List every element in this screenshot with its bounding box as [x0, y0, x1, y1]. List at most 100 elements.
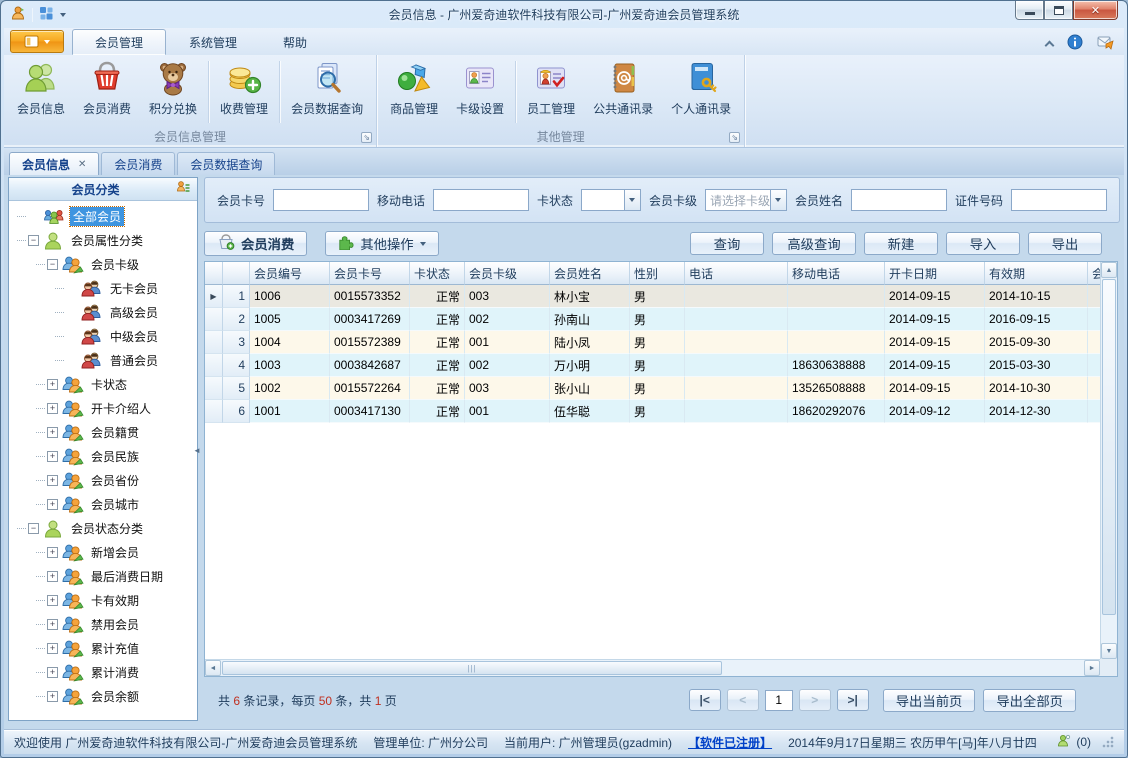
tree-expander-plus[interactable]: + [47, 642, 58, 654]
ribbon-tab-help[interactable]: 帮助 [260, 29, 330, 55]
tree-expander-plus[interactable]: + [47, 618, 58, 630]
tree-expander-plus[interactable]: + [47, 498, 58, 510]
doc-tab-member-data-query[interactable]: 会员数据查询 [177, 152, 276, 175]
column-header[interactable]: 开卡日期 [885, 262, 985, 285]
ribbon-button-personal-contacts[interactable]: 个人通讯录 [662, 57, 740, 127]
horizontal-scrollbar[interactable]: ◄ ||| ► [205, 659, 1100, 676]
column-header[interactable]: 性别 [630, 262, 685, 285]
tree-expander-plus[interactable]: + [47, 594, 58, 606]
tree-item[interactable]: + 卡状态 [9, 372, 197, 396]
tree-item[interactable]: + 最后消费日期 [9, 564, 197, 588]
tree-expander-plus[interactable]: + [47, 450, 58, 462]
column-header[interactable]: 会员姓名 [550, 262, 630, 285]
tree-item[interactable]: + 开卡介绍人 [9, 396, 197, 420]
tree-item[interactable]: 全部会员 [9, 204, 197, 228]
query-button[interactable]: 查询 [690, 232, 764, 255]
new-button[interactable]: 新建 [864, 232, 938, 255]
ribbon-button-staff-mgmt[interactable]: 员工管理 [518, 57, 584, 127]
advanced-query-button[interactable]: 高级查询 [772, 232, 856, 255]
dialog-launcher-icon[interactable]: ⇘ [361, 132, 373, 143]
scroll-left-icon[interactable]: ◄ [205, 660, 221, 676]
prev-page-button[interactable]: < [726, 689, 759, 711]
ribbon-button-fee-mgmt[interactable]: 收费管理 [211, 57, 277, 127]
sidebar-collapse-arrow[interactable]: ◄ [193, 446, 201, 455]
column-header[interactable]: 会员卡级 [465, 262, 550, 285]
column-header[interactable]: 会员编号 [250, 262, 330, 285]
tree-item[interactable]: − 会员属性分类 [9, 228, 197, 252]
column-header[interactable]: 会员卡号 [330, 262, 410, 285]
table-row[interactable]: 5 1002 0015572264 正常 003 张小山男 13526508888 2014-… [205, 377, 1100, 400]
scroll-down-icon[interactable]: ▼ [1101, 643, 1117, 659]
info-icon[interactable] [1067, 34, 1083, 53]
tree-item[interactable]: + 会员省份 [9, 468, 197, 492]
table-row[interactable]: 3 1004 0015572389 正常 001 陆小凤男 2014-09-15 2015-0… [205, 331, 1100, 354]
other-operations-button[interactable]: 其他操作 [325, 231, 439, 256]
tree-item[interactable]: 普通会员 [9, 348, 197, 372]
tree-item[interactable]: + 会员余额 [9, 684, 197, 708]
table-row[interactable]: 6 1001 0003417130 正常 001 伍华聪男 18620292076 2014-… [205, 400, 1100, 423]
tree-item[interactable]: + 会员城市 [9, 492, 197, 516]
export-current-page-button[interactable]: 导出当前页 [882, 688, 976, 712]
ribbon-tab-member-mgmt[interactable]: 会员管理 [72, 29, 167, 55]
ribbon-button-product-mgmt[interactable]: 商品管理 [381, 57, 447, 127]
member-consume-button[interactable]: 会员消费 [204, 231, 308, 256]
export-button[interactable]: 导出 [1028, 232, 1102, 255]
tree-expander-plus[interactable]: + [47, 666, 58, 678]
import-button[interactable]: 导入 [946, 232, 1020, 255]
tree-expander-plus[interactable]: + [47, 402, 58, 414]
tree-expander-minus[interactable]: − [28, 234, 39, 246]
tree-expander-plus[interactable]: + [47, 474, 58, 486]
tree-expander-plus[interactable]: + [47, 378, 58, 390]
column-header[interactable]: 有效期 [985, 262, 1088, 285]
column-header[interactable]: 移动电话 [788, 262, 885, 285]
app-menu-button[interactable] [10, 30, 64, 53]
tree-expander-plus[interactable]: + [47, 426, 58, 438]
vertical-scrollbar[interactable]: ▲ ▼ [1100, 262, 1117, 659]
first-page-button[interactable]: |< [688, 689, 721, 711]
ribbon-button-member-data-query[interactable]: 会员数据查询 [282, 57, 372, 127]
tree-item[interactable]: 中级会员 [9, 324, 197, 348]
export-all-pages-button[interactable]: 导出全部页 [983, 688, 1076, 712]
feedback-mail-icon[interactable] [1097, 34, 1114, 53]
maximize-button[interactable] [1044, 1, 1073, 20]
doc-tab-member-info[interactable]: 会员信息 ✕ [9, 152, 100, 175]
tree-item[interactable]: + 会员民族 [9, 444, 197, 468]
tree-item[interactable]: + 累计充值 [9, 636, 197, 660]
card-level-dropdown-button[interactable] [769, 190, 786, 210]
ribbon-button-points-exchange[interactable]: 积分兑换 [140, 57, 206, 127]
card-status-dropdown-button[interactable] [623, 190, 640, 210]
tree-expander-plus[interactable]: + [47, 546, 58, 558]
last-page-button[interactable]: >| [836, 689, 869, 711]
scroll-right-icon[interactable]: ► [1084, 660, 1100, 676]
scroll-up-icon[interactable]: ▲ [1101, 262, 1117, 278]
ribbon-button-member-info[interactable]: 会员信息 [8, 57, 74, 127]
tree-item[interactable]: + 新增会员 [9, 540, 197, 564]
next-page-button[interactable]: > [798, 689, 831, 711]
tree-item[interactable]: + 累计消费 [9, 660, 197, 684]
id-no-input[interactable] [1011, 189, 1107, 211]
tree-expander-plus[interactable]: + [47, 690, 58, 702]
table-row[interactable]: 2 1005 0003417269 正常 002 孙南山男 2014-09-15 2016-0… [205, 308, 1100, 331]
close-button[interactable]: ✕ [1073, 1, 1118, 20]
tree-expander-minus[interactable]: − [28, 522, 39, 534]
locate-member-icon[interactable] [176, 180, 191, 198]
tree-item[interactable]: − 会员卡级 [9, 252, 197, 276]
vertical-scroll-thumb[interactable] [1102, 279, 1116, 615]
card-status-select[interactable] [581, 189, 641, 211]
table-row[interactable]: ▶ 1 1006 0015573352 正常 003 林小宝男 2014-09-15 2014-… [205, 285, 1100, 308]
dialog-launcher-icon[interactable]: ⇘ [729, 132, 741, 143]
tree-item[interactable]: + 会员籍贯 [9, 420, 197, 444]
tab-close-icon[interactable]: ✕ [78, 159, 86, 170]
tree-item[interactable]: + 卡有效期 [9, 588, 197, 612]
registered-link[interactable]: 【软件已注册】 [688, 734, 772, 751]
collapse-ribbon-icon[interactable] [1044, 40, 1055, 50]
tree-item[interactable]: − 会员状态分类 [9, 516, 197, 540]
tree-item[interactable]: 无卡会员 [9, 276, 197, 300]
ribbon-button-member-consume[interactable]: 会员消费 [74, 57, 140, 127]
member-name-input[interactable] [850, 189, 947, 211]
tree-expander-plus[interactable]: + [47, 570, 58, 582]
minimize-button[interactable] [1015, 1, 1044, 20]
horizontal-scroll-thumb[interactable]: ||| [222, 661, 722, 675]
table-row[interactable]: 4 1003 0003842687 正常 002 万小明男 18630638888 2014-… [205, 354, 1100, 377]
current-page-input[interactable]: 1 [764, 689, 793, 711]
